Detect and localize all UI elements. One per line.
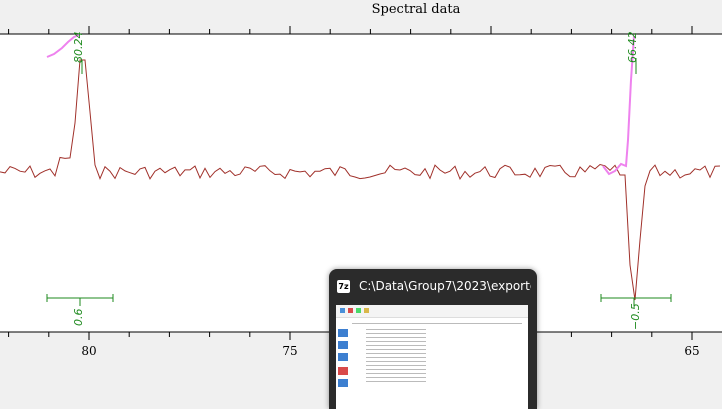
thumbnail-row <box>366 333 426 334</box>
top-axis-ticks <box>8 26 693 34</box>
thumbnail-row <box>366 353 426 354</box>
x-tick-label-75: 75 <box>282 344 297 358</box>
thumbnail-row <box>366 365 426 366</box>
thumbnail-row <box>366 357 426 358</box>
width-value-2: −0.5 <box>629 303 642 330</box>
thumbnail-row <box>366 329 426 330</box>
thumbnail-tool-icon <box>356 308 361 313</box>
thumbnail-row <box>366 345 426 346</box>
thumbnail-folder-icon <box>338 379 348 387</box>
thumbnail-row <box>352 323 522 324</box>
width-value-1: 0.6 <box>72 309 85 327</box>
thumbnail-tool-icon <box>364 308 369 313</box>
thumbnail-row <box>366 349 426 350</box>
thumbnail-row <box>366 341 426 342</box>
seven-zip-icon: 7z <box>337 280 350 293</box>
thumbnail-tool-icon <box>340 308 345 313</box>
taskbar-window-preview[interactable]: 7z C:\Data\Group7\2023\exportch... <box>329 269 537 409</box>
x-tick-label-80: 80 <box>81 344 96 358</box>
thumbnail-row <box>366 361 426 362</box>
thumbnail-row <box>366 369 426 370</box>
preview-thumbnail[interactable] <box>336 305 528 409</box>
thumbnail-row <box>366 373 426 374</box>
peak-value-1: 80.24 <box>72 32 85 64</box>
thumbnail-row <box>366 377 426 378</box>
thumbnail-folder-icon <box>338 367 348 375</box>
thumbnail-row <box>366 337 426 338</box>
thumbnail-folder-icon <box>338 353 348 361</box>
preview-title: C:\Data\Group7\2023\exportch... <box>359 279 531 293</box>
thumbnail-toolbar <box>336 305 528 318</box>
thumbnail-tool-icon <box>348 308 353 313</box>
thumbnail-folder-icon <box>338 341 348 349</box>
thumbnail-folder-icon <box>338 329 348 337</box>
thumbnail-row <box>366 381 426 382</box>
peak-value-2: 66.42 <box>626 32 639 64</box>
app-icon-text: 7z <box>338 282 349 291</box>
x-tick-label-65: 65 <box>684 344 699 358</box>
preview-header[interactable]: 7z C:\Data\Group7\2023\exportch... <box>329 269 537 305</box>
spectrum-viewer-window: Spectral data 80.24 66.42 0.6 −0.5 80 75… <box>0 0 722 409</box>
